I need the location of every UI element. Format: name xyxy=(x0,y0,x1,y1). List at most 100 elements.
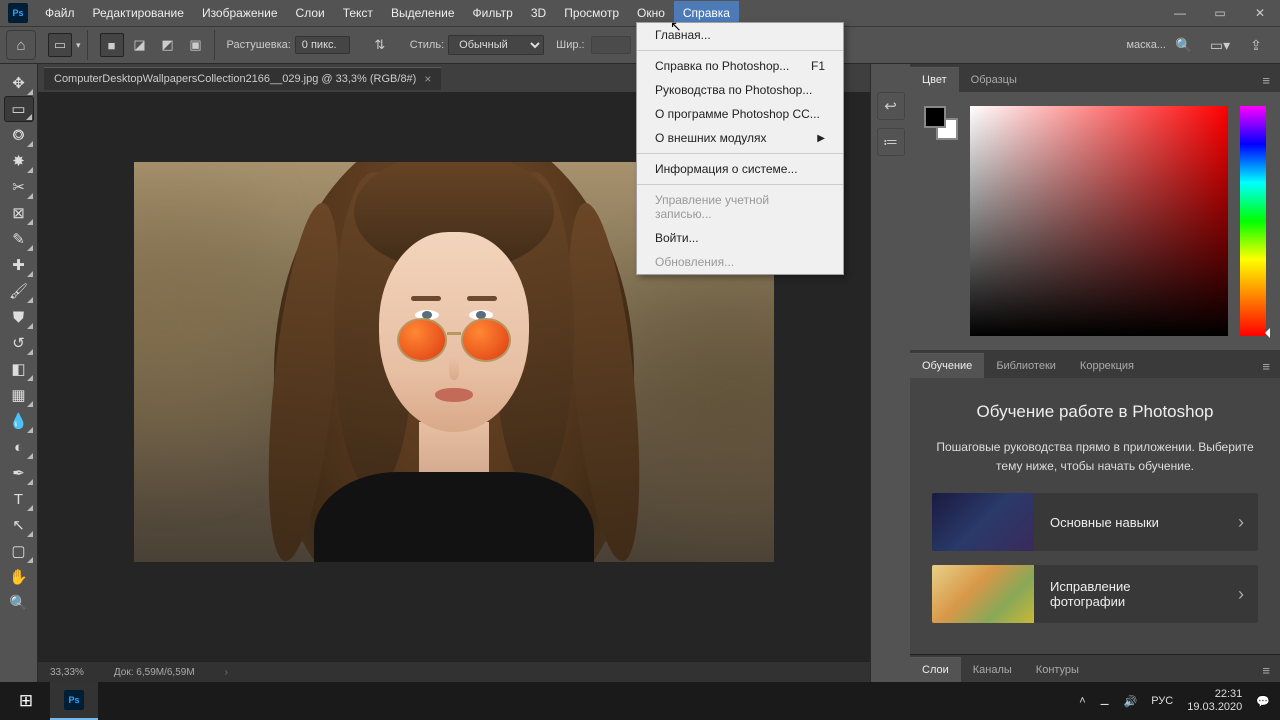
menu-выделение[interactable]: Выделение xyxy=(382,1,464,25)
help-item[interactable]: О программе Photoshop CC... xyxy=(637,102,843,126)
hand-tool[interactable]: ✋ xyxy=(4,564,34,590)
language-indicator[interactable]: РУС xyxy=(1151,695,1173,707)
help-item: Управление учетной записью... xyxy=(637,188,843,226)
clock-time: 22:31 xyxy=(1215,688,1243,701)
maximize-button[interactable]: ▭ xyxy=(1200,0,1240,26)
tray-chevron-icon[interactable]: ˄ xyxy=(1079,695,1085,707)
layers-panel-tabs: Слои Каналы Контуры ≡ xyxy=(910,654,1280,682)
panel-menu-icon[interactable]: ≡ xyxy=(1252,69,1280,92)
mask-label[interactable]: маска... xyxy=(1126,39,1166,51)
learn-title: Обучение работе в Photoshop xyxy=(932,402,1258,422)
feather-input[interactable] xyxy=(295,36,350,54)
history-brush-tool[interactable]: ↺ xyxy=(4,330,34,356)
search-icon[interactable]: 🔍 xyxy=(1172,33,1196,57)
quick-select-tool[interactable]: ✸ xyxy=(4,148,34,174)
color-panel xyxy=(910,92,1280,350)
workspace-icon[interactable]: ▭▾ xyxy=(1208,33,1232,57)
tab-swatches[interactable]: Образцы xyxy=(959,68,1029,92)
tab-libraries[interactable]: Библиотеки xyxy=(984,354,1068,378)
minimize-button[interactable]: ― xyxy=(1160,0,1200,26)
selection-add[interactable]: ◪ xyxy=(128,33,152,57)
color-panel-tabs: Цвет Образцы ≡ xyxy=(910,64,1280,92)
tab-layers[interactable]: Слои xyxy=(910,657,961,682)
move-tool[interactable]: ✥ xyxy=(4,70,34,96)
clock[interactable]: 22:31 19.03.2020 xyxy=(1187,688,1242,714)
chevron-right-icon: › xyxy=(1224,512,1258,533)
help-item[interactable]: Войти... xyxy=(637,226,843,250)
healing-tool[interactable]: ✚ xyxy=(4,252,34,278)
path-select-tool[interactable]: ↖ xyxy=(4,512,34,538)
crop-tool[interactable]: ✂ xyxy=(4,174,34,200)
tab-learn[interactable]: Обучение xyxy=(910,353,984,378)
app-logo: Ps xyxy=(8,3,28,23)
doc-size-readout[interactable]: Док: 6,59M/6,59M xyxy=(114,667,195,678)
learn-panel: Обучение работе в Photoshop Пошаговые ру… xyxy=(910,378,1280,654)
blur-tool[interactable]: 💧 xyxy=(4,408,34,434)
menu-текст[interactable]: Текст xyxy=(334,1,382,25)
help-item[interactable]: Информация о системе... xyxy=(637,157,843,181)
antialias-toggle[interactable]: ⇅ xyxy=(368,33,392,57)
help-item[interactable]: Руководства по Photoshop... xyxy=(637,78,843,102)
marquee-preset[interactable]: ▭ xyxy=(48,33,72,57)
panel-menu-icon[interactable]: ≡ xyxy=(1252,659,1280,682)
card-thumbnail xyxy=(932,565,1034,623)
learn-card-retouch[interactable]: Исправление фотографии › xyxy=(932,565,1258,623)
menu-файл[interactable]: Файл xyxy=(36,1,84,25)
history-panel-icon[interactable]: ↩ xyxy=(877,92,905,120)
sound-icon[interactable]: 🔊 xyxy=(1124,695,1138,708)
pen-tool[interactable]: ✒ xyxy=(4,460,34,486)
learn-panel-tabs: Обучение Библиотеки Коррекция ≡ xyxy=(910,350,1280,378)
menu-редактирование[interactable]: Редактирование xyxy=(84,1,193,25)
document-tab[interactable]: ComputerDesktopWallpapersCollection2166_… xyxy=(44,67,441,90)
help-item[interactable]: Главная... xyxy=(637,23,843,47)
panel-menu-icon[interactable]: ≡ xyxy=(1252,355,1280,378)
help-item[interactable]: О внешних модулях▶ xyxy=(637,126,843,150)
selection-new[interactable]: ■ xyxy=(100,33,124,57)
stamp-tool[interactable]: ⛊ xyxy=(4,304,34,330)
eraser-tool[interactable]: ◧ xyxy=(4,356,34,382)
foreground-swatch[interactable] xyxy=(924,106,946,128)
home-icon[interactable]: ⌂ xyxy=(6,30,36,60)
tab-channels[interactable]: Каналы xyxy=(961,658,1024,682)
frame-tool[interactable]: ⊠ xyxy=(4,200,34,226)
close-tab-icon[interactable]: × xyxy=(424,72,431,86)
tab-adjustments[interactable]: Коррекция xyxy=(1068,354,1146,378)
collapsed-dock: ↩ ≔ xyxy=(870,64,910,682)
shape-tool[interactable]: ▢ xyxy=(4,538,34,564)
close-button[interactable]: ✕ xyxy=(1240,0,1280,26)
zoom-tool[interactable]: 🔍 xyxy=(4,590,34,616)
menu-изображение[interactable]: Изображение xyxy=(193,1,287,25)
help-item[interactable]: Справка по Photoshop...F1 xyxy=(637,54,843,78)
selection-subtract[interactable]: ◩ xyxy=(156,33,180,57)
share-icon[interactable]: ⇪ xyxy=(1244,33,1268,57)
marquee-tool[interactable]: ▭ xyxy=(4,96,34,122)
help-menu: Главная... Справка по Photoshop...F1Руков… xyxy=(636,22,844,275)
menu-3d[interactable]: 3D xyxy=(522,1,555,25)
selection-intersect[interactable]: ▣ xyxy=(184,33,208,57)
taskbar-photoshop[interactable]: Ps xyxy=(50,682,98,720)
menu-слои[interactable]: Слои xyxy=(287,1,334,25)
fg-bg-swatches[interactable] xyxy=(924,106,958,140)
learn-card-basics[interactable]: Основные навыки › xyxy=(932,493,1258,551)
notifications-icon[interactable]: 💬 xyxy=(1256,695,1270,708)
tab-color[interactable]: Цвет xyxy=(910,67,959,92)
style-select[interactable]: Обычный xyxy=(448,35,544,55)
tab-paths[interactable]: Контуры xyxy=(1024,658,1091,682)
eyedropper-tool[interactable]: ✎ xyxy=(4,226,34,252)
start-button[interactable]: ⊞ xyxy=(2,682,50,720)
dodge-tool[interactable]: ◐ xyxy=(4,434,34,460)
zoom-readout[interactable]: 33,33% xyxy=(50,667,84,678)
document-tab-title: ComputerDesktopWallpapersCollection2166_… xyxy=(54,73,416,85)
brush-tool[interactable]: 🖌 xyxy=(4,278,34,304)
menu-фильтр[interactable]: Фильтр xyxy=(464,1,522,25)
properties-panel-icon[interactable]: ≔ xyxy=(877,128,905,156)
gradient-tool[interactable]: ▦ xyxy=(4,382,34,408)
type-tool[interactable]: T xyxy=(4,486,34,512)
width-input xyxy=(591,36,631,54)
hue-slider[interactable] xyxy=(1240,106,1266,336)
menu-просмотр[interactable]: Просмотр xyxy=(555,1,628,25)
lasso-tool[interactable]: ⭗ xyxy=(4,122,34,148)
color-field[interactable] xyxy=(970,106,1228,336)
wifi-icon[interactable]: ⚊ xyxy=(1100,695,1110,708)
feather-label: Растушевка: xyxy=(227,39,291,51)
